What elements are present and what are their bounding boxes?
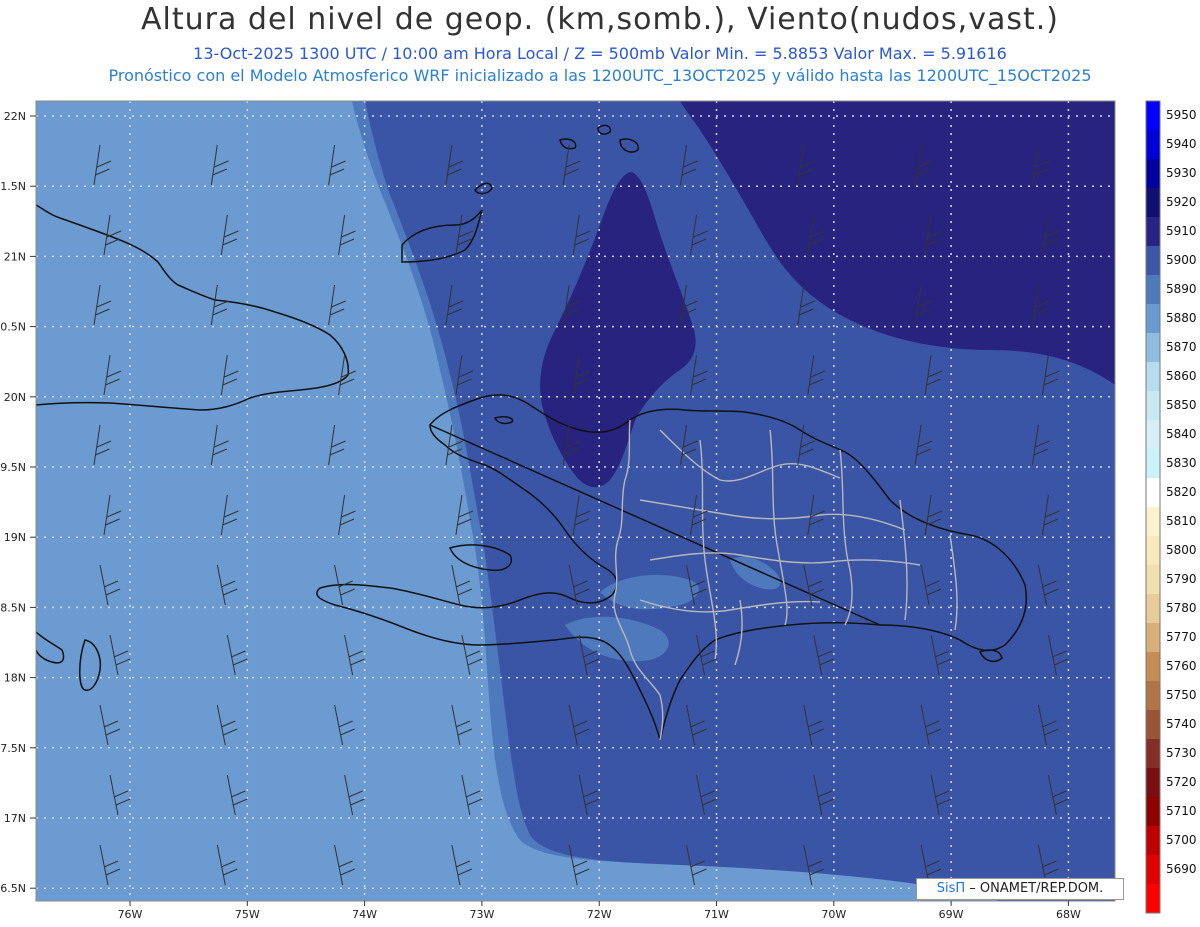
colorbar-swatch [1146,652,1160,681]
colorbar-swatch [1146,594,1160,623]
colorbar-label: 5880 [1166,311,1197,325]
colorbar-label: 5740 [1166,717,1197,731]
lat-label: 1.5N [0,180,26,193]
colorbar-swatch [1146,710,1160,739]
lat-label: 0.5N [0,321,26,334]
colorbar-swatch [1146,217,1160,246]
colorbar-swatch [1146,420,1160,449]
lat-label: 18N [4,672,26,685]
colorbar-label: 5800 [1166,543,1197,557]
colorbar-swatch [1146,681,1160,710]
longitude-labels: 76W 75W 74W 73W 72W 71W 70W 69W 68W [118,901,1081,921]
colorbar-label: 5930 [1166,166,1197,180]
lat-label: 7.5N [0,742,26,755]
lon-label: 68W [1056,908,1081,921]
colorbar-label: 5730 [1166,746,1197,760]
colorbar-label: 5810 [1166,514,1197,528]
colorbar-label: 5940 [1166,137,1197,151]
colorbar-label: 5770 [1166,630,1197,644]
colorbar-swatch [1146,507,1160,536]
colorbar-swatch [1146,333,1160,362]
lat-label: 22N [4,110,26,123]
lat-label: 9.5N [0,461,26,474]
colorbar-swatch [1146,449,1160,478]
colorbar-label: 5920 [1166,195,1197,209]
colorbar-swatch [1146,797,1160,826]
credit-sis-logo: SisΠ [936,881,966,896]
colorbar-swatch [1146,478,1160,507]
colorbar-label: 5760 [1166,659,1197,673]
colorbar-label: 5690 [1166,862,1197,876]
lon-label: 75W [235,908,260,921]
plot-area [36,101,1115,901]
lat-label: 6.5N [0,882,26,895]
lon-label: 74W [352,908,377,921]
colorbar-swatch [1146,884,1160,913]
lat-label: 17N [4,812,26,825]
colorbar-label: 5750 [1166,688,1197,702]
lat-label: 8.5N [0,601,26,614]
colorbar-swatch [1146,391,1160,420]
colorbar-swatch [1146,536,1160,565]
lon-label: 76W [118,908,143,921]
colorbar-label: 5950 [1166,108,1197,122]
lat-label: 20N [4,391,26,404]
colorbar-swatch [1146,246,1160,275]
colorbar-swatch [1146,826,1160,855]
lon-label: 72W [587,908,612,921]
credit-text: – ONAMET/REP.DOM. [969,881,1104,896]
colorbar-label: 5900 [1166,253,1197,267]
colorbar-label: 5720 [1166,775,1197,789]
colorbar-label: 5870 [1166,340,1197,354]
colorbar-label: 5790 [1166,572,1197,586]
colorbar-swatch [1146,362,1160,391]
credit-box: SisΠ – ONAMET/REP.DOM. [916,878,1124,900]
colorbar-swatch [1146,130,1160,159]
colorbar-swatch [1146,739,1160,768]
colorbar-label: 5780 [1166,601,1197,615]
latitude-labels: 22N 1.5N 21N 0.5N 20N 9.5N 19N 8.5N 18N 7.5N 17N 6.… [0,110,36,895]
colorbar-label: 5830 [1166,456,1197,470]
colorbar-swatch [1146,565,1160,594]
colorbar: 5950 5940 5930 5920 5910 5900 5890 5880 5870 5860… [1145,100,1197,914]
colorbar-label: 5840 [1166,427,1197,441]
colorbar-swatch [1146,159,1160,188]
colorbar-label: 5710 [1166,804,1197,818]
lat-label: 21N [4,250,26,263]
colorbar-swatch [1146,188,1160,217]
weather-map: 22N 1.5N 21N 0.5N 20N 9.5N 19N 8.5N 18N 7.5N 17N 6.… [0,100,1197,921]
colorbar-label: 5890 [1166,282,1197,296]
lat-label: 19N [4,531,26,544]
colorbar-label: 5910 [1166,224,1197,238]
colorbar-swatch [1146,101,1160,130]
colorbar-label: 5700 [1166,833,1197,847]
lon-label: 69W [939,908,964,921]
contour-blob-5880-west [90,523,210,587]
colorbar-swatch [1146,855,1160,884]
lon-label: 73W [469,908,494,921]
colorbar-label: 5820 [1166,485,1197,499]
colorbar-swatch [1146,623,1160,652]
colorbar-swatch [1146,768,1160,797]
colorbar-swatch [1146,275,1160,304]
lon-label: 71W [704,908,729,921]
colorbar-swatch [1146,304,1160,333]
colorbar-label: 5860 [1166,369,1197,383]
lon-label: 70W [821,908,846,921]
colorbar-label: 5850 [1166,398,1197,412]
